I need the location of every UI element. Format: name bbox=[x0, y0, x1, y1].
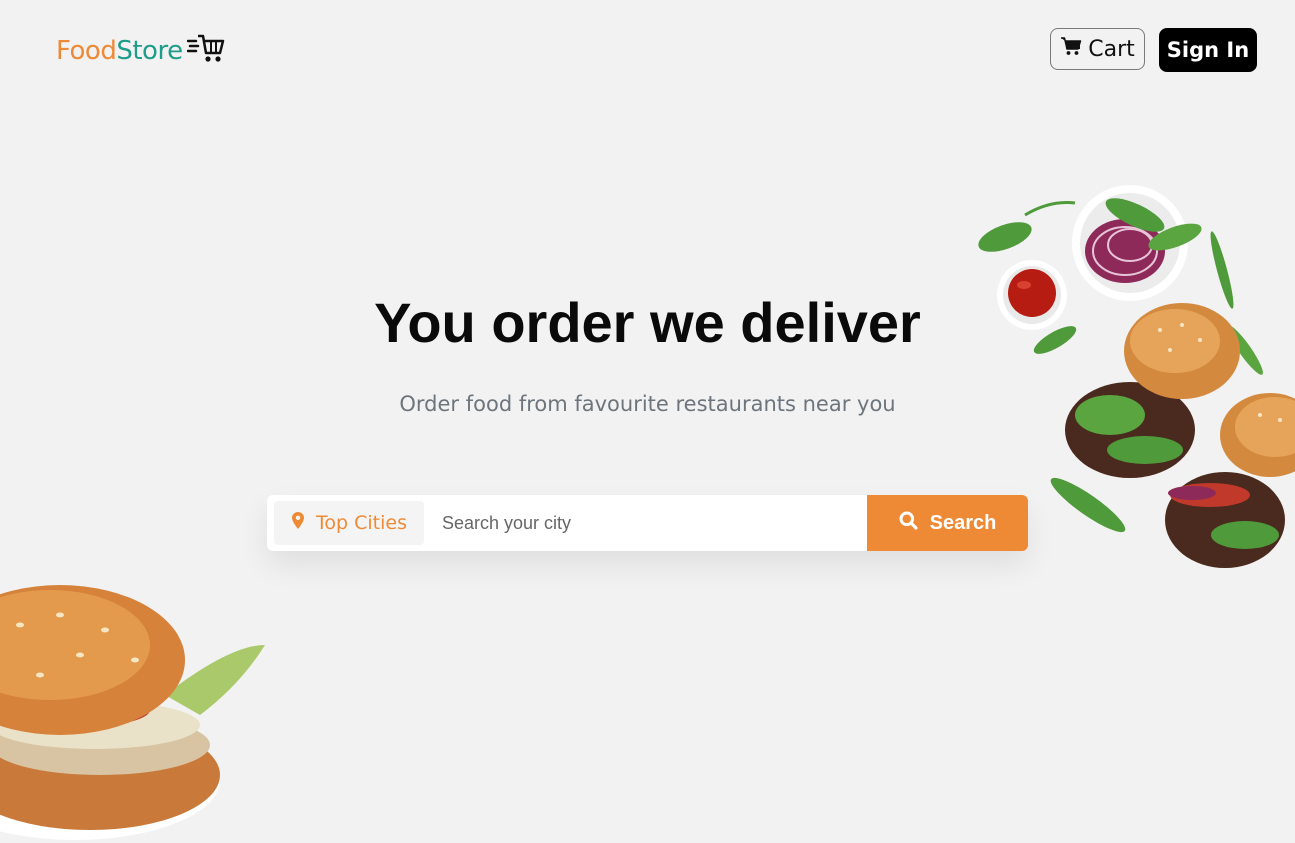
city-search-bar: Top Cities Search bbox=[267, 495, 1028, 551]
burgers-and-sides-image bbox=[978, 185, 1295, 568]
shopping-cart-icon bbox=[1060, 36, 1082, 62]
city-search-input[interactable] bbox=[424, 495, 867, 551]
cart-label: Cart bbox=[1088, 36, 1135, 62]
sign-in-button[interactable]: Sign In bbox=[1159, 28, 1257, 72]
map-marker-icon bbox=[292, 512, 304, 534]
search-icon bbox=[899, 511, 918, 536]
chicken-burger-image bbox=[0, 585, 265, 840]
brand-logo[interactable]: FoodStore bbox=[56, 33, 225, 68]
delivery-cart-icon bbox=[186, 33, 225, 68]
cart-button[interactable]: Cart bbox=[1050, 28, 1145, 70]
brand-name: FoodStore bbox=[56, 35, 183, 66]
top-cities-dropdown[interactable]: Top Cities bbox=[274, 501, 424, 545]
top-cities-label: Top Cities bbox=[316, 512, 407, 534]
